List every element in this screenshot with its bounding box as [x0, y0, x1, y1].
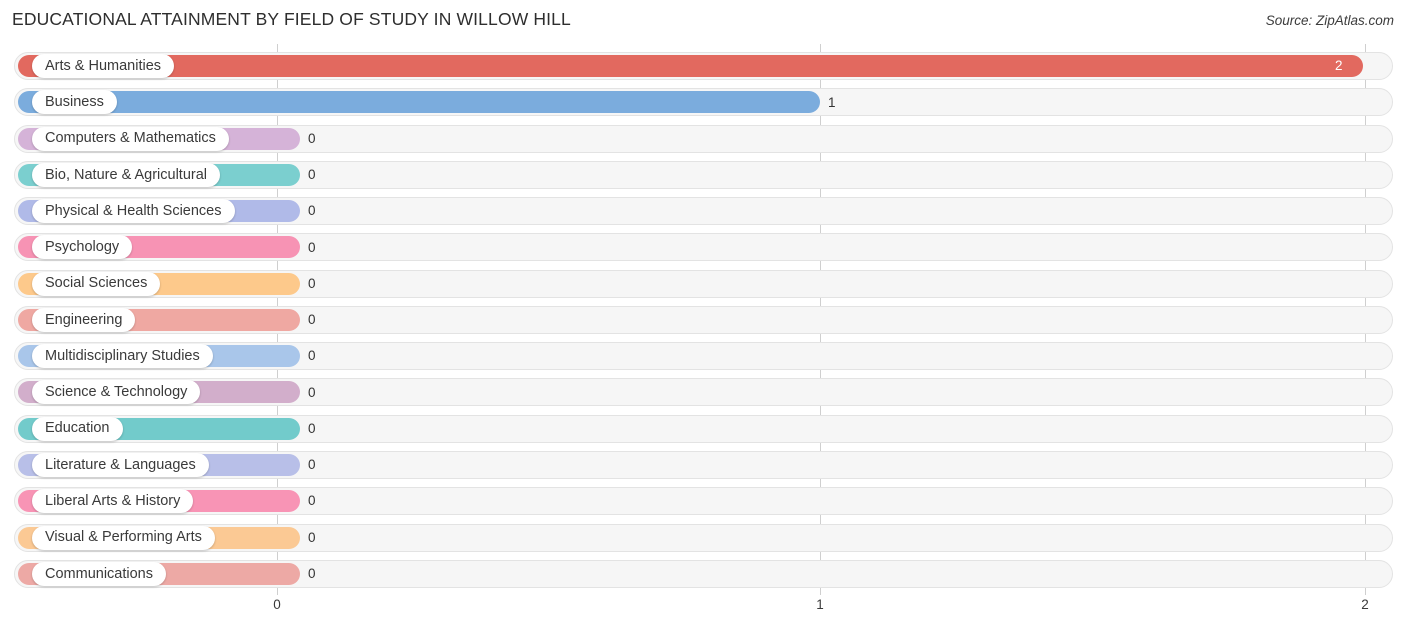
bar-category-label: Social Sciences	[45, 275, 148, 292]
bar-row[interactable]: Social Sciences 0	[14, 269, 1393, 298]
bar-label-pill: Psychology	[32, 235, 133, 260]
x-axis-tick-label: 1	[816, 597, 824, 612]
bar-row[interactable]: Science & Technology 0	[14, 378, 1393, 407]
bar-fill	[18, 91, 820, 114]
bar-label-pill: Science & Technology	[32, 380, 201, 405]
bar-label-pill: Arts & Humanities	[32, 54, 175, 78]
bar-category-label: Business	[45, 94, 104, 111]
bar-value-label: 0	[308, 275, 316, 291]
bar-category-label: Physical & Health Sciences	[45, 202, 222, 219]
bar-value-label: 0	[308, 529, 316, 545]
bar-value-label: 0	[308, 312, 316, 328]
bar-label-pill: Physical & Health Sciences	[32, 199, 235, 224]
bar-value-label: 0	[308, 384, 316, 400]
bar-value-label: 0	[308, 348, 316, 364]
bar-row[interactable]: Visual & Performing Arts 0	[14, 523, 1393, 552]
x-axis-tick-label: 0	[273, 597, 281, 612]
bar-category-label: Bio, Nature & Agricultural	[45, 166, 207, 183]
bar-label-pill: Bio, Nature & Agricultural	[32, 162, 220, 187]
bar-label-pill: Education	[32, 416, 123, 441]
bar-category-label: Computers & Mathematics	[45, 130, 216, 147]
bar-category-label: Science & Technology	[45, 384, 188, 401]
bar-row[interactable]: Communications 0	[14, 559, 1393, 588]
bar-label-pill: Multidisciplinary Studies	[32, 344, 213, 369]
bar-row[interactable]: Psychology 0	[14, 233, 1393, 262]
bar-row[interactable]: Arts & Humanities 2	[14, 52, 1393, 80]
bar-value-label: 0	[308, 493, 316, 509]
bar-label-pill: Communications	[32, 561, 166, 586]
bar-value-label: 0	[308, 457, 316, 473]
bar-value-label: 0	[308, 420, 316, 436]
bar-category-label: Arts & Humanities	[45, 57, 162, 74]
bar-label-pill: Computers & Mathematics	[32, 126, 229, 151]
bar-row[interactable]: Engineering 0	[14, 305, 1393, 334]
x-axis: 0 1 2	[0, 595, 1406, 631]
bar-row[interactable]: Bio, Nature & Agricultural 0	[14, 160, 1393, 189]
bar-label-pill: Engineering	[32, 307, 136, 332]
bar-category-label: Engineering	[45, 311, 123, 328]
bar-row[interactable]: Business 1	[14, 88, 1393, 117]
x-axis-tick-label: 2	[1361, 597, 1369, 612]
bar-label-pill: Literature & Languages	[32, 452, 209, 477]
bar-row[interactable]: Computers & Mathematics 0	[14, 124, 1393, 153]
bar-label-pill: Business	[32, 90, 117, 115]
bar-value-label: 0	[308, 130, 316, 146]
bar-label-pill: Visual & Performing Arts	[32, 525, 215, 550]
bar-category-label: Literature & Languages	[45, 456, 196, 473]
bar-label-pill: Liberal Arts & History	[32, 489, 194, 514]
bar-value-label: 0	[308, 566, 316, 582]
bar-category-label: Communications	[45, 565, 153, 582]
bar-value-label: 0	[308, 167, 316, 183]
bar-row[interactable]: Liberal Arts & History 0	[14, 487, 1393, 516]
bar-value-label: 0	[308, 203, 316, 219]
page-title: EDUCATIONAL ATTAINMENT BY FIELD OF STUDY…	[12, 9, 571, 29]
bar-row[interactable]: Literature & Languages 0	[14, 450, 1393, 479]
bar-category-label: Multidisciplinary Studies	[45, 347, 200, 364]
bar-category-label: Liberal Arts & History	[45, 492, 181, 509]
bar-row[interactable]: Multidisciplinary Studies 0	[14, 342, 1393, 371]
bar-value-label: 2	[1335, 58, 1343, 74]
bar-row[interactable]: Education 0	[14, 414, 1393, 443]
bar-label-pill: Social Sciences	[32, 271, 161, 296]
bar-value-label: 1	[828, 94, 836, 110]
source-attribution: Source: ZipAtlas.com	[1265, 13, 1394, 28]
bar-fill	[18, 55, 1363, 77]
bar-category-label: Education	[45, 420, 110, 437]
chart-plot-area: Arts & Humanities 2 Business 1 Computers & M…	[0, 44, 1406, 595]
bar-category-label: Visual & Performing Arts	[45, 529, 202, 546]
chart-header: EDUCATIONAL ATTAINMENT BY FIELD OF STUDY…	[0, 0, 1406, 44]
bar-value-label: 0	[308, 239, 316, 255]
bar-row[interactable]: Physical & Health Sciences 0	[14, 197, 1393, 226]
bar-category-label: Psychology	[45, 239, 120, 256]
